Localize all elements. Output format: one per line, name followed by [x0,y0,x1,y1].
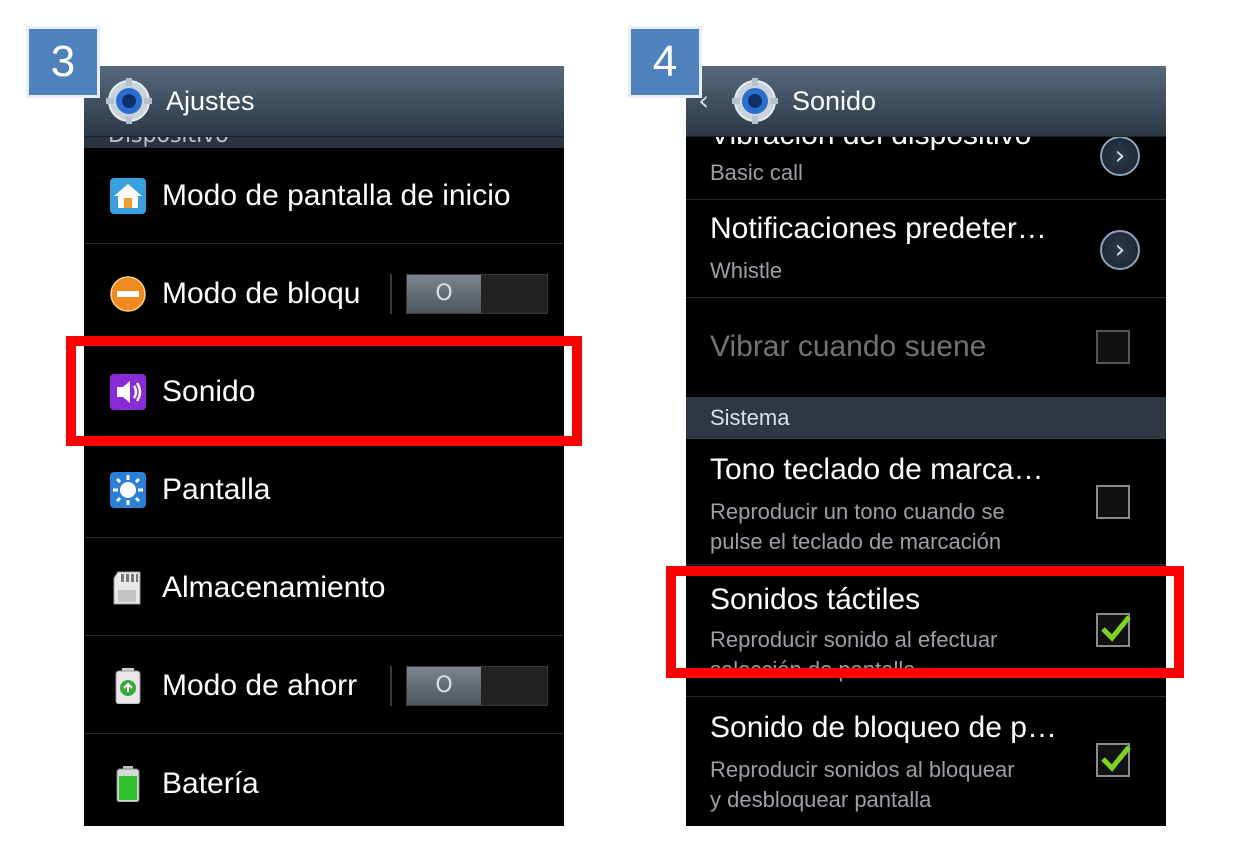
item-title: Vibrar cuando suene [710,330,987,363]
sound-item-device-vibration[interactable]: Vibración del dispositivo Basic call › [686,136,1166,200]
action-bar: ‹ Sonido [686,66,1166,137]
highlight-box-sound [66,336,582,446]
action-bar: Ajustes [84,66,564,137]
settings-item-home-screen-mode[interactable]: Modo de pantalla de inicio [84,148,564,244]
section-header-sistema: Sistema [686,397,1166,439]
settings-item-storage[interactable]: Almacenamiento [84,540,564,636]
sound-item-default-notifications[interactable]: Notificaciones predeter… Whistle › [686,200,1166,298]
toggle-knob: O [407,275,481,313]
chevron-right-icon[interactable]: › [1100,230,1140,270]
settings-item-power-saving[interactable]: Modo de ahorr O [84,638,564,734]
display-brightness-icon [110,472,146,508]
step-badge-3: 3 [26,26,100,98]
item-label: Batería [162,767,259,800]
item-subtitle: Reproducir un tono cuando se [710,499,1005,524]
item-title: Tono teclado de marca… [710,453,1044,486]
item-label: Modo de ahorr [162,669,358,702]
block-mode-icon [110,276,146,312]
item-label: Pantalla [162,473,271,506]
item-title: Notificaciones predeter… [710,212,1047,245]
sound-settings-screen: ‹ Sonido Vibración del dispositivo Basic… [686,66,1166,826]
screen-lock-sound-checkbox[interactable] [1096,743,1131,777]
item-subtitle: Whistle [710,258,783,283]
toggle-knob: O [407,667,481,705]
item-title: Vibración del dispositivo [710,136,1031,152]
highlight-box-touch-sounds [666,566,1184,678]
sound-item-dialing-keypad-tone[interactable]: Tono teclado de marca… Reproducir un ton… [686,439,1166,565]
item-subtitle: Basic call [710,160,803,185]
section-header-partial: Dispositivo [84,136,564,148]
settings-gear-icon [106,78,152,124]
power-saving-icon [115,668,141,704]
sound-item-vibrate-when-ringing[interactable]: Vibrar cuando suene [686,298,1166,397]
dialing-keypad-tone-checkbox[interactable] [1096,485,1130,519]
item-label: Modo de bloqu [162,277,361,310]
screen-title: Ajustes [166,86,255,116]
sd-card-icon [113,571,141,605]
power-saving-toggle[interactable]: O [406,666,548,706]
item-label: Modo de pantalla de inicio [162,179,511,212]
settings-item-display[interactable]: Pantalla [84,442,564,538]
chevron-right-icon[interactable]: › [1100,136,1140,176]
step-badge-4: 4 [628,26,702,98]
vibrate-when-ringing-checkbox[interactable] [1096,330,1130,364]
screen-title: Sonido [792,86,877,116]
item-subtitle-line2: y desbloquear pantalla [710,787,932,812]
block-mode-toggle[interactable]: O [406,274,548,314]
item-subtitle: Reproducir sonidos al bloquear [710,757,1015,782]
item-label: Almacenamiento [162,571,386,604]
home-icon [110,178,146,214]
sound-item-screen-lock-sound[interactable]: Sonido de bloqueo de p… Reproducir sonid… [686,697,1166,826]
checkmark-icon [1101,745,1131,772]
battery-icon [116,766,140,802]
item-subtitle-line2: pulse el teclado de marcación [710,529,1002,554]
settings-item-battery[interactable]: Batería [84,736,564,826]
settings-screen: Ajustes Dispositivo Modo de pantalla de … [84,66,564,826]
settings-gear-icon[interactable] [732,78,778,124]
item-title: Sonido de bloqueo de p… [710,711,1057,744]
settings-item-block-mode[interactable]: Modo de bloqu O [84,246,564,342]
